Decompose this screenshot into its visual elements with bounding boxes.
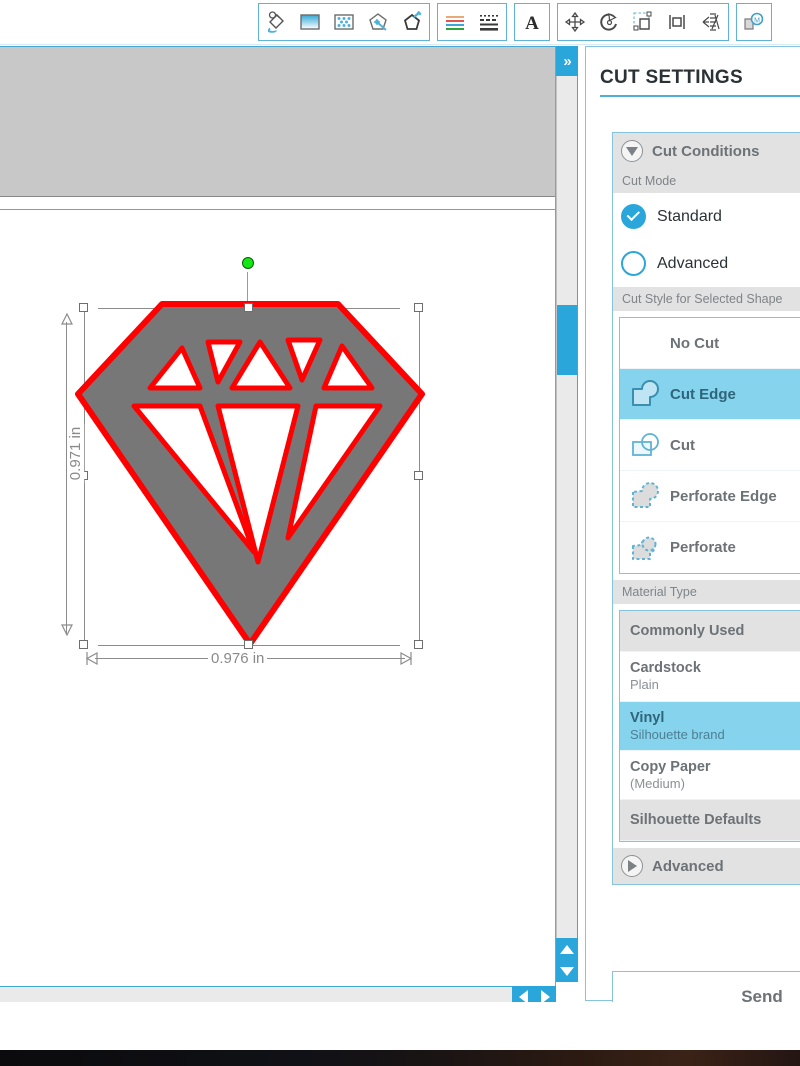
- scroll-down-button[interactable]: [556, 960, 578, 982]
- replicate-icon[interactable]: [694, 4, 728, 40]
- scroll-up-button[interactable]: [556, 938, 578, 960]
- cut-style-label: Cut Style for Selected Shape: [613, 287, 800, 311]
- perforate-icon: [630, 533, 664, 563]
- material-group-silhouette-defaults[interactable]: Silhouette Defaults: [620, 800, 800, 842]
- fill-color-icon[interactable]: [259, 4, 293, 40]
- cut-style-cut-label: Cut: [670, 436, 695, 454]
- perforate-edge-icon: [630, 481, 664, 511]
- dashed-lines-icon[interactable]: [472, 4, 506, 40]
- cut-conditions-label: Cut Conditions: [652, 142, 760, 160]
- toolbar-group-stroke-tools: [437, 3, 507, 41]
- material-silhouette-defaults-label: Silhouette Defaults: [630, 812, 762, 829]
- material-type-label: Material Type: [613, 580, 800, 604]
- page-title: CUT SETTINGS: [600, 67, 743, 88]
- vertical-scrollbar-thumb[interactable]: [557, 305, 577, 375]
- dimension-arrow-top: [61, 313, 73, 325]
- cut-settings-panel: CUT SETTINGS Cut Conditions Cut Mode Sta…: [585, 46, 800, 1023]
- selection-handle-top-left[interactable]: [79, 303, 88, 312]
- diamond-shape[interactable]: [72, 298, 428, 650]
- material-copy-paper-sub: (Medium): [630, 776, 685, 791]
- material-vinyl-name: Vinyl: [630, 709, 665, 726]
- text-style-icon[interactable]: A: [515, 4, 549, 40]
- dimension-width-label: 0.976 in: [208, 650, 268, 667]
- material-vinyl-sub: Silhouette brand: [630, 726, 725, 742]
- cut-mode-advanced-label: Advanced: [657, 254, 729, 272]
- canvas-vertical-scrollbar[interactable]: [556, 46, 578, 976]
- dimension-arrow-bottom: [61, 624, 73, 636]
- svg-text:M: M: [754, 18, 760, 25]
- dimension-height-label: 0.971 in: [67, 423, 85, 484]
- panel-collapse-button[interactable]: »: [556, 46, 578, 76]
- material-cardstock-name: Cardstock: [630, 660, 701, 677]
- radio-standard-icon[interactable]: [621, 204, 646, 229]
- chevron-down-icon: [621, 140, 643, 162]
- fill-pattern-icon[interactable]: [327, 4, 361, 40]
- cut-style-perforate-label: Perforate: [670, 539, 736, 556]
- cut-boundary-line: [0, 209, 555, 210]
- rotation-handle[interactable]: [242, 257, 254, 269]
- toolbar-group-fill-tools: [258, 3, 430, 41]
- fill-gradient-icon[interactable]: [293, 4, 327, 40]
- cut-style-perforate-edge-label: Perforate Edge: [670, 487, 777, 505]
- cut-mode-option-standard[interactable]: Standard: [613, 193, 800, 240]
- selection-handle-middle-right[interactable]: [414, 471, 423, 480]
- selection-handle-top-center[interactable]: [244, 303, 253, 312]
- sketch-pen-lines-icon[interactable]: [438, 4, 472, 40]
- material-option-copy-paper[interactable]: Copy Paper (Medium): [620, 750, 800, 801]
- window-bottom-gap: [0, 1002, 800, 1050]
- top-toolbar: A M: [0, 0, 800, 45]
- triangle-down-icon: [560, 966, 574, 976]
- material-commonly-used-label: Commonly Used: [630, 623, 745, 639]
- cut-style-option-no-cut[interactable]: No Cut: [620, 318, 800, 369]
- cut-edge-icon: [630, 379, 664, 409]
- cut-icon: [630, 430, 664, 460]
- material-copy-paper-name: Copy Paper: [630, 758, 711, 775]
- selection-handle-bottom-center[interactable]: [244, 640, 253, 649]
- move-arrows-icon[interactable]: [558, 4, 592, 40]
- advanced-section-header[interactable]: Advanced: [613, 848, 800, 885]
- selection-handle-bottom-left[interactable]: [79, 640, 88, 649]
- toolbar-group-text-tools: A: [514, 3, 550, 41]
- document-top-margin-band: [0, 47, 555, 197]
- cut-mode-standard-label: Standard: [657, 207, 722, 225]
- material-type-list: Commonly Used Cardstock Plain Vinyl Silh…: [619, 610, 800, 843]
- cut-conditions-header[interactable]: Cut Conditions: [613, 133, 800, 169]
- title-divider: [600, 95, 800, 97]
- cut-conditions-group: Cut Conditions Cut Mode Standard Advance…: [612, 132, 800, 886]
- dimension-arrow-left: [86, 651, 98, 666]
- modify-merge-icon[interactable]: M: [737, 4, 771, 40]
- rotate-icon[interactable]: [592, 4, 626, 40]
- cut-style-list: No Cut Cut Edge Cut Perforate Edge Perfo…: [619, 317, 800, 574]
- cut-style-option-perforate-edge[interactable]: Perforate Edge: [620, 471, 800, 522]
- line-color-icon[interactable]: [361, 4, 395, 40]
- toolbar-group-modify-tools: M: [736, 3, 772, 41]
- cut-style-option-cut[interactable]: Cut: [620, 420, 800, 471]
- triangle-up-icon: [560, 944, 574, 954]
- desktop-taskbar-strip: [0, 1050, 800, 1066]
- chevron-right-icon: [621, 855, 643, 878]
- cut-style-option-cut-edge[interactable]: Cut Edge: [620, 369, 800, 420]
- advanced-label: Advanced: [652, 857, 724, 875]
- selection-handle-bottom-right[interactable]: [414, 640, 423, 649]
- material-group-commonly-used[interactable]: Commonly Used: [620, 611, 800, 653]
- align-icon[interactable]: [660, 4, 694, 40]
- toolbar-group-transform-tools: [557, 3, 729, 41]
- cut-mode-label: Cut Mode: [613, 169, 800, 193]
- svg-text:A: A: [525, 13, 539, 34]
- scale-icon[interactable]: [626, 4, 660, 40]
- cut-mode-option-advanced[interactable]: Advanced: [613, 240, 800, 287]
- radio-advanced-icon[interactable]: [621, 251, 646, 276]
- selection-handle-top-right[interactable]: [414, 303, 423, 312]
- material-option-cardstock[interactable]: Cardstock Plain: [620, 652, 800, 702]
- chevron-double-right-icon: »: [563, 52, 571, 70]
- material-cardstock-sub: Plain: [630, 677, 659, 693]
- dimension-arrow-right: [400, 651, 412, 666]
- cut-style-no-cut-label: No Cut: [670, 334, 720, 352]
- application-window: A M 0.971 in 0.976 in » CUT SETTINGS Cut…: [0, 0, 800, 1066]
- cut-style-cut-edge-label: Cut Edge: [670, 385, 736, 403]
- line-style-icon[interactable]: [395, 4, 429, 40]
- cut-style-option-perforate[interactable]: Perforate: [620, 522, 800, 573]
- material-option-vinyl[interactable]: Vinyl Silhouette brand: [620, 701, 800, 751]
